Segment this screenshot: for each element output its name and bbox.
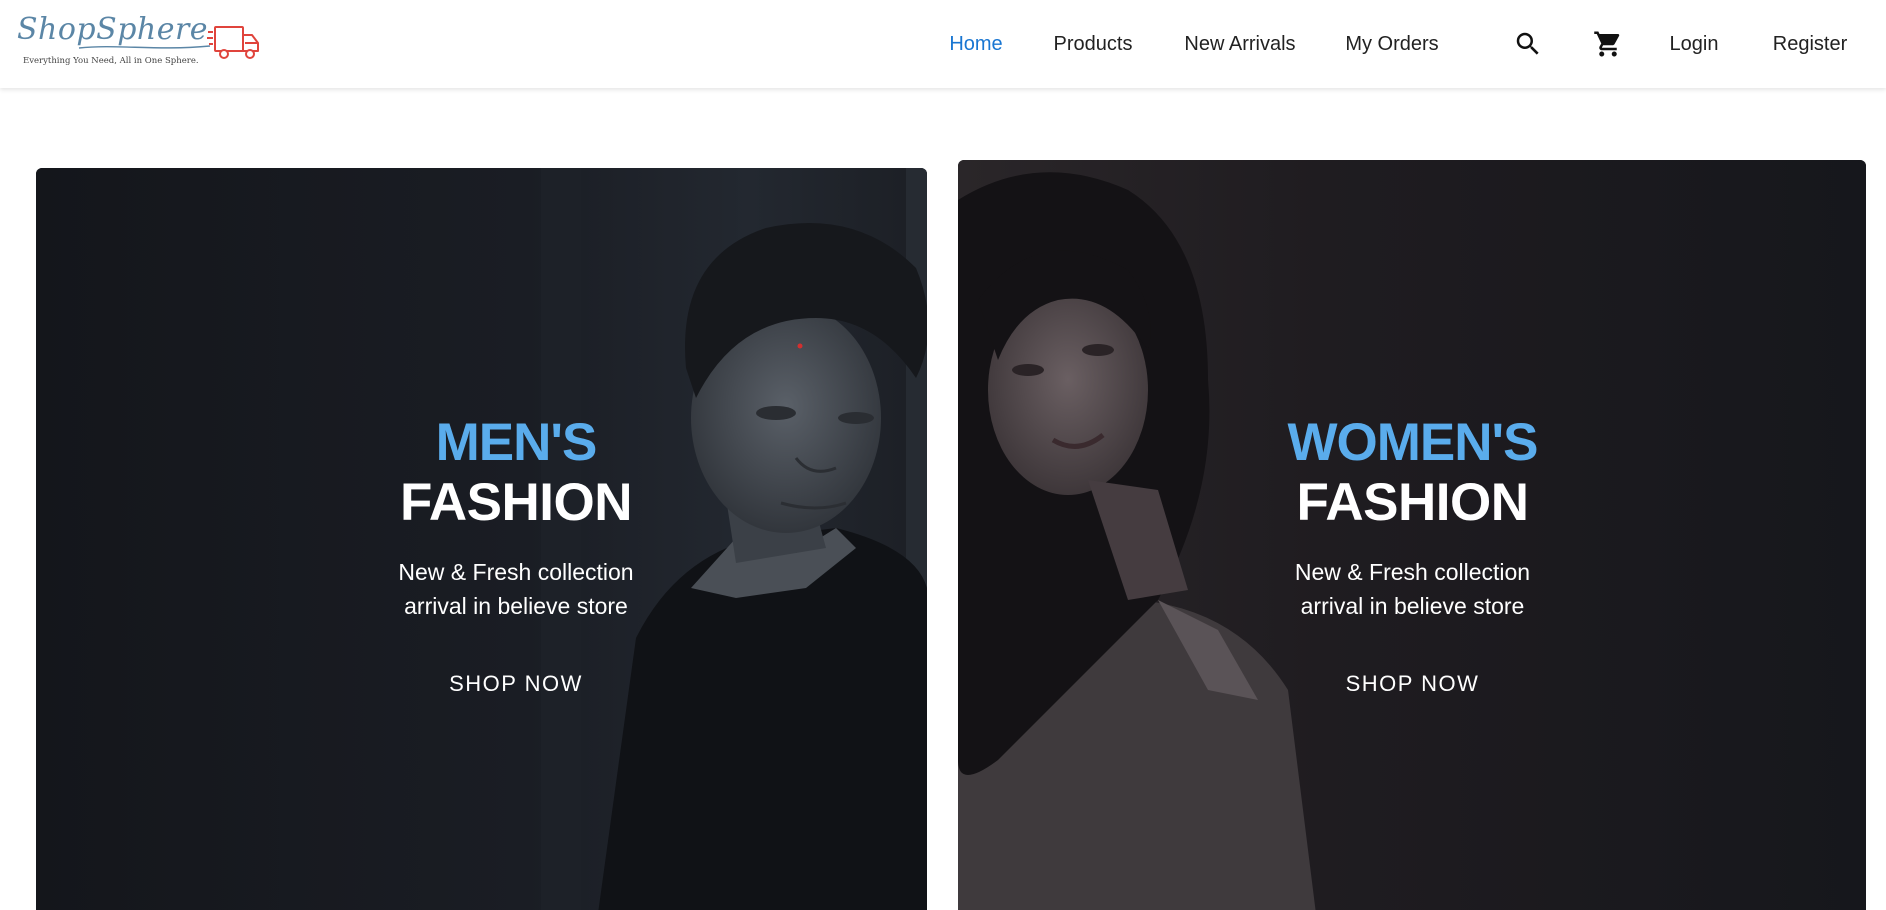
womens-headline-main: FASHION	[1296, 473, 1529, 532]
search-icon[interactable]	[1513, 29, 1543, 59]
mens-fashion-banner[interactable]: MEN'S FASHION New & Fresh collection arr…	[36, 168, 927, 910]
navbar: ShopSphere Everything You Need, All in O…	[0, 0, 1886, 88]
womens-fashion-banner[interactable]: WOMEN'S FASHION New & Fresh collection a…	[958, 160, 1866, 910]
womens-banner-content: WOMEN'S FASHION New & Fresh collection a…	[1230, 413, 1595, 701]
womens-shop-now-button[interactable]: SHOP NOW	[1336, 667, 1490, 701]
womens-subtitle-line1: New & Fresh collection	[1294, 559, 1531, 585]
brand-tagline: Everything You Need, All in One Sphere.	[23, 56, 199, 66]
delivery-truck-icon	[207, 26, 259, 59]
mens-headline-main: FASHION	[399, 473, 633, 532]
mens-headline-accent: MEN'S	[435, 413, 598, 472]
cart-icon[interactable]	[1593, 29, 1623, 59]
mens-subtitle-line1: New & Fresh collection	[398, 559, 634, 585]
womens-subtitle-line2: arrival in believe store	[1300, 593, 1525, 619]
mens-shop-now-button[interactable]: SHOP NOW	[439, 667, 593, 701]
logo-swash-icon	[78, 45, 211, 49]
brand-logo[interactable]: ShopSphere Everything You Need, All in O…	[17, 12, 262, 72]
womens-headline-accent: WOMEN'S	[1287, 413, 1539, 472]
nav-products-link[interactable]: Products	[1052, 30, 1134, 58]
nav-home-link[interactable]: Home	[948, 30, 1004, 58]
mens-banner-content: MEN'S FASHION New & Fresh collection arr…	[336, 413, 696, 701]
login-link[interactable]: Login	[1667, 30, 1721, 58]
mens-subtitle-line2: arrival in believe store	[404, 593, 628, 619]
register-link[interactable]: Register	[1772, 30, 1848, 58]
nav-my-orders-link[interactable]: My Orders	[1345, 30, 1439, 58]
nav-new-arrivals-link[interactable]: New Arrivals	[1183, 30, 1297, 58]
